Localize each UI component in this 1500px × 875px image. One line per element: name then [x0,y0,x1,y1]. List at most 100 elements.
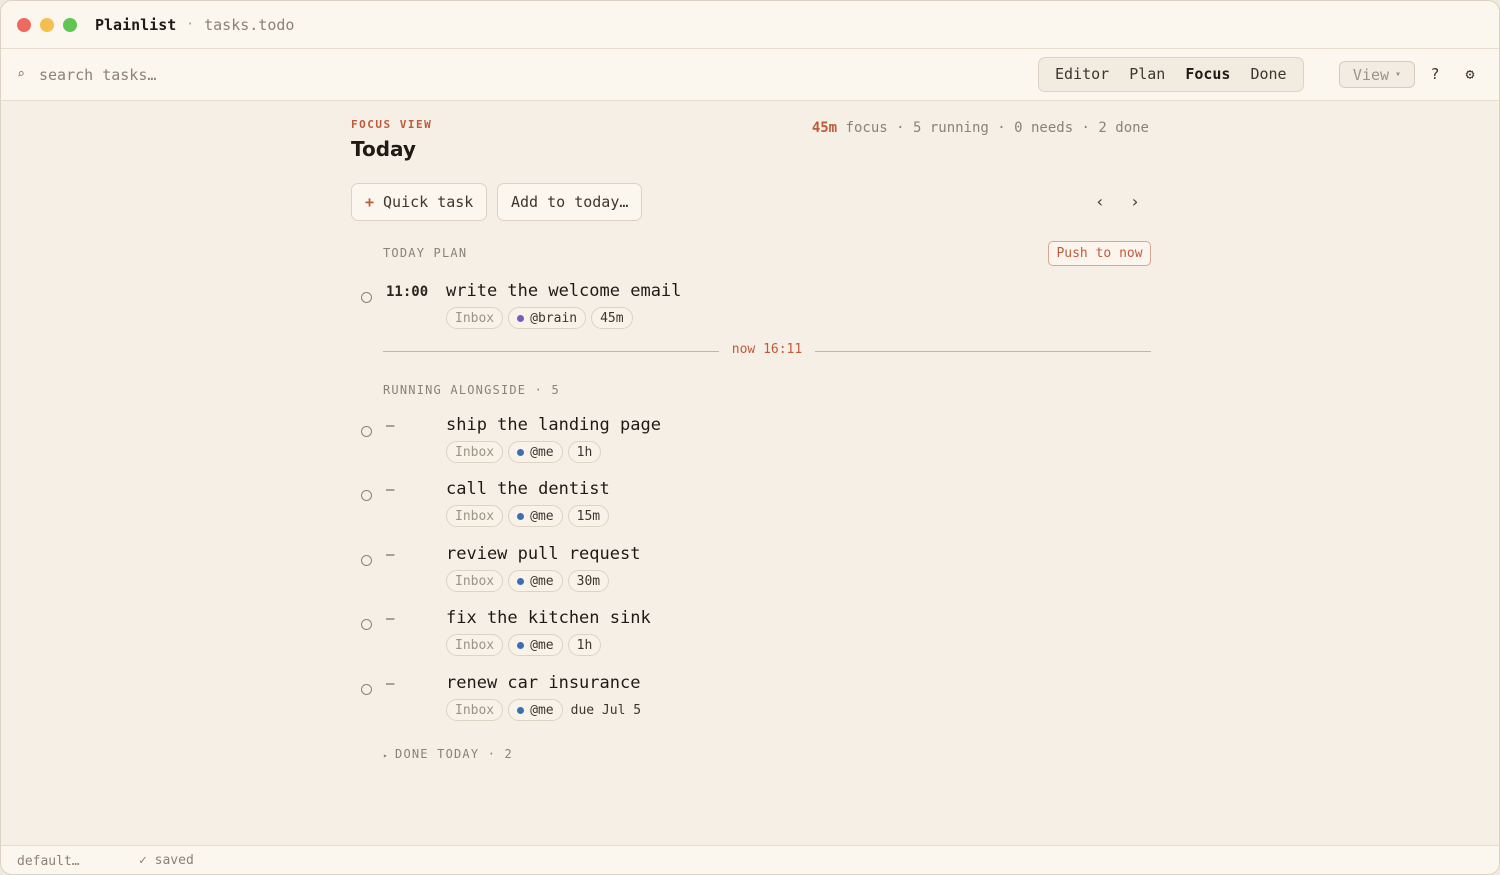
help-button[interactable]: ? [1427,63,1443,85]
list-tag[interactable]: Inbox [446,505,504,527]
assignee-tag[interactable]: @me [508,505,563,527]
add-to-today-button[interactable]: Add to today… [497,183,643,221]
quick-task-label: Quick task [383,193,474,211]
assignee-dot-icon [517,641,525,649]
mode-tab-focus[interactable]: Focus [1175,58,1240,91]
mode-switcher: Editor Plan Focus Done [1038,57,1304,92]
task-row: — ship the landing page Inbox @me 1h [359,415,1151,471]
title-separator: · [186,17,195,32]
focus-stats-summary: focus · 5 running · 0 needs · 2 done [837,120,1149,136]
assignee-tag[interactable]: @me [508,634,563,656]
assignee-tag[interactable]: @brain [508,307,587,329]
duration-tag[interactable]: 1h [567,441,602,463]
assignee-dot-icon [517,448,525,456]
assignee-tag[interactable]: @me [508,570,563,592]
window-controls [17,17,77,32]
mode-tab-editor[interactable]: Editor [1045,58,1119,91]
assignee-label: @me [530,702,554,718]
chevron-down-icon: ▾ [1395,69,1402,80]
focus-stats: 45m focus · 5 running · 0 needs · 2 done [812,120,1149,136]
task-time: — [386,611,395,627]
task-row: 11:00 write the welcome email Inbox @bra… [359,281,1151,337]
app-name: Plainlist [95,15,177,34]
assignee-dot-icon [517,512,525,520]
task-time: — [386,676,395,692]
assignee-label: @me [530,444,554,460]
task-tags: Inbox @me 1h [446,441,602,463]
focus-duration: 45m [811,120,838,136]
task-complete-checkbox[interactable] [361,684,372,695]
task-complete-checkbox[interactable] [361,619,372,630]
list-tag[interactable]: Inbox [446,441,504,463]
task-row: — fix the kitchen sink Inbox @me 1h [359,608,1151,664]
duration-tag[interactable]: 15m [567,505,610,527]
now-marker: now 16:11 [383,342,1151,360]
task-title[interactable]: review pull request [446,544,640,564]
done-today-toggle[interactable]: ▸ DONE TODAY · 2 [383,747,513,761]
due-date: due Jul 5 [570,702,642,718]
task-tags: Inbox @brain 45m [446,307,633,329]
next-day-button[interactable]: › [1126,191,1144,213]
assignee-tag[interactable]: @me [508,699,563,721]
duration-tag[interactable]: 30m [567,570,610,592]
assignee-label: @brain [530,310,578,326]
previous-day-button[interactable]: ‹ [1091,191,1109,213]
task-time: — [386,482,395,498]
task-title[interactable]: write the welcome email [446,281,681,301]
search-icon: ⌕ [17,67,25,82]
app-window: Plainlist · tasks.todo ⌕ Editor Plan Foc… [0,0,1500,875]
chevron-right-icon: ▸ [383,751,390,760]
quick-task-button[interactable]: + Quick task [351,183,488,221]
task-complete-checkbox[interactable] [361,490,372,501]
gear-icon[interactable]: ⚙ [1461,63,1479,85]
assignee-label: @me [530,637,554,653]
duration-tag[interactable]: 45m [591,307,633,329]
now-time-label: now 16:11 [731,342,803,357]
task-time: — [386,547,395,563]
task-complete-checkbox[interactable] [361,555,372,566]
task-title[interactable]: ship the landing page [446,415,661,435]
list-tag[interactable]: Inbox [446,634,504,656]
task-row: — renew car insurance Inbox @me due Jul … [359,673,1151,729]
profile-selector[interactable]: default… [17,854,80,869]
assignee-label: @me [530,508,554,524]
add-to-today-label: Add to today… [511,193,629,211]
task-time: 11:00 [386,284,429,300]
task-complete-checkbox[interactable] [361,426,372,437]
task-tags: Inbox @me due Jul 5 [446,699,641,721]
minimize-window-button[interactable] [40,17,54,32]
save-status: ✓ saved [139,853,194,868]
file-name: tasks.todo [204,15,295,34]
mode-tab-done[interactable]: Done [1240,58,1296,91]
assignee-dot-icon [517,577,525,585]
mode-tab-plan[interactable]: Plan [1119,58,1175,91]
push-to-now-button[interactable]: Push to now [1048,241,1151,266]
task-tags: Inbox @me 1h [446,634,602,656]
list-tag[interactable]: Inbox [446,699,504,721]
status-bar: default… ✓ saved [1,845,1499,874]
task-complete-checkbox[interactable] [361,292,372,303]
assignee-dot-icon [517,314,525,322]
toolbar: ⌕ Editor Plan Focus Done View ▾ ? ⚙ [1,49,1499,101]
task-title[interactable]: renew car insurance [446,673,640,693]
plus-icon: + [365,193,375,211]
duration-tag[interactable]: 1h [567,634,602,656]
list-tag[interactable]: Inbox [446,570,504,592]
today-plan-label: TODAY PLAN [383,246,468,260]
task-time: — [386,418,395,434]
close-window-button[interactable] [17,17,31,32]
focus-view: FOCUS VIEW Today 45m focus · 5 running ·… [1,101,1499,845]
task-tags: Inbox @me 30m [446,570,610,592]
zoom-window-button[interactable] [63,17,77,32]
assignee-label: @me [530,573,554,589]
task-row: — call the dentist Inbox @me 15m [359,479,1151,535]
assignee-tag[interactable]: @me [508,441,563,463]
assignee-dot-icon [517,706,525,714]
view-dropdown-label: View [1352,65,1390,84]
list-tag[interactable]: Inbox [446,307,504,329]
search-input[interactable] [39,65,439,84]
task-title[interactable]: call the dentist [446,479,610,499]
view-dropdown[interactable]: View ▾ [1339,61,1415,88]
now-line-right [815,351,1151,352]
task-title[interactable]: fix the kitchen sink [446,608,651,628]
